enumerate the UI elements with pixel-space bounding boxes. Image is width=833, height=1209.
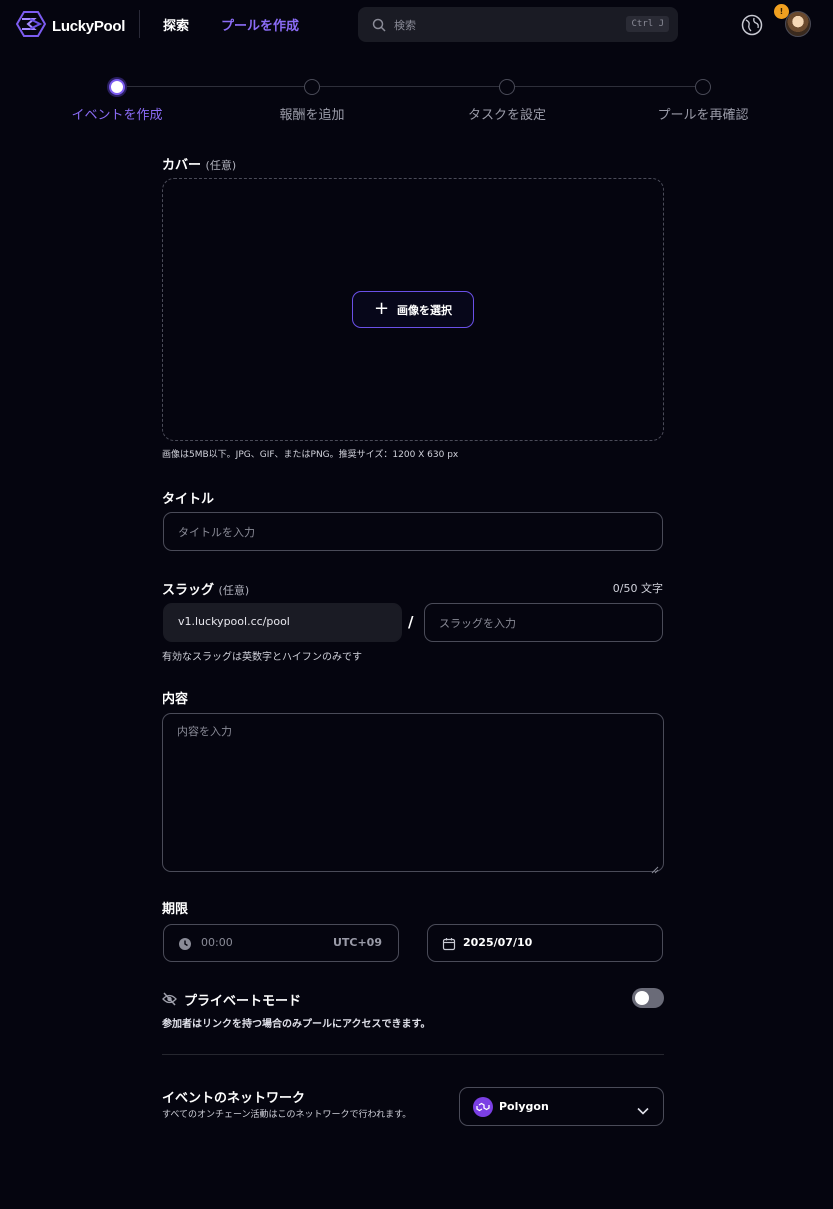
network-description: すべてのオンチェーン活動はこのネットワークで行われます。	[162, 1110, 412, 1120]
step-label-create-event[interactable]: イベントを作成	[71, 104, 162, 123]
eye-off-icon	[162, 991, 177, 1010]
slug-input[interactable]: スラッグを入力	[424, 603, 663, 642]
content-placeholder: 内容を入力	[177, 725, 232, 738]
nav-explore[interactable]: 探索	[163, 15, 189, 34]
date-input[interactable]: 2025/07/10	[427, 924, 663, 962]
slug-hint: 有効なスラッグは英数字とハイフンのみです	[162, 652, 362, 663]
network-selected-value: Polygon	[499, 1100, 549, 1113]
step-dot-review-pool[interactable]	[695, 79, 711, 95]
time-input[interactable]: 00:00 UTC+09	[163, 924, 399, 962]
slug-placeholder: スラッグを入力	[439, 617, 516, 630]
nav-create-pool[interactable]: プールを作成	[221, 15, 299, 34]
slug-prefix-text: v1.luckypool.cc/pool	[178, 615, 290, 628]
user-avatar[interactable]	[785, 11, 811, 37]
logo-text: LuckyPool	[52, 17, 126, 35]
chevron-down-icon	[637, 1101, 649, 1120]
header-divider	[139, 10, 140, 38]
private-mode-toggle[interactable]	[632, 988, 664, 1008]
polygon-logo-icon	[473, 1097, 493, 1117]
step-connector	[515, 86, 695, 87]
step-dot-add-rewards[interactable]	[304, 79, 320, 95]
title-input[interactable]: タイトルを入力	[163, 512, 663, 551]
slug-label-text: スラッグ	[162, 583, 215, 598]
timezone-label: UTC+09	[332, 936, 382, 949]
title-label: タイトル	[162, 492, 215, 507]
content-label: 内容	[162, 692, 189, 707]
calendar-icon	[442, 936, 456, 955]
lucky-pool-logo-icon	[15, 10, 47, 42]
step-dot-set-tasks[interactable]	[499, 79, 515, 95]
step-label-review-pool[interactable]: プールを再確認	[657, 104, 748, 123]
search-shortcut: Ctrl J	[626, 16, 669, 32]
step-label-set-tasks[interactable]: タスクを設定	[468, 104, 546, 123]
deadline-label: 期限	[162, 902, 189, 917]
private-mode-description: 参加者はリンクを持つ場合のみプールにアクセスできます。	[162, 1019, 431, 1030]
slug-character-counter: 0/50 文字	[612, 582, 663, 595]
slug-optional-tag: (任意)	[218, 584, 250, 597]
network-label: イベントのネットワーク	[162, 1091, 306, 1106]
logo[interactable]: LuckyPool	[15, 10, 126, 42]
cover-hint: 画像は5MB以下。JPG、GIF、またはPNG。推奨サイズ：1200 X 630…	[162, 450, 459, 460]
notification-badge: !	[774, 4, 789, 19]
date-value: 2025/07/10	[463, 936, 533, 949]
step-connector	[125, 86, 305, 87]
select-image-button[interactable]: + 画像を選択	[352, 291, 474, 328]
time-value: 00:00	[201, 936, 233, 949]
top-header: LuckyPool 探索 プールを作成 検索 Ctrl J !	[0, 0, 833, 48]
clock-icon	[178, 936, 192, 955]
title-placeholder: タイトルを入力	[178, 526, 255, 539]
step-connector	[320, 86, 500, 87]
step-label-add-rewards[interactable]: 報酬を追加	[279, 104, 344, 123]
slug-label: スラッグ (任意)	[162, 579, 249, 598]
network-select[interactable]: Polygon	[459, 1087, 664, 1126]
search-placeholder: 検索	[394, 19, 416, 32]
content-textarea[interactable]: 内容を入力	[162, 713, 664, 874]
cover-label: カバー (任意)	[162, 154, 236, 173]
step-dot-create-event[interactable]	[109, 79, 125, 95]
progress-stepper: イベントを作成 報酬を追加 タスクを設定 プールを再確認	[0, 76, 833, 126]
select-image-label: 画像を選択	[397, 303, 453, 317]
slug-separator: /	[408, 613, 414, 631]
plus-icon: +	[373, 297, 390, 319]
slug-prefix: v1.luckypool.cc/pool	[163, 603, 402, 642]
cover-label-text: カバー	[162, 158, 202, 173]
resize-handle-icon[interactable]	[651, 859, 659, 874]
private-mode-label: プライベートモード	[184, 994, 302, 1009]
search-icon	[372, 17, 386, 36]
toggle-knob	[635, 991, 649, 1005]
section-divider	[162, 1054, 664, 1055]
search-bar[interactable]: 検索 Ctrl J	[358, 7, 678, 42]
language-globe-icon[interactable]	[741, 14, 763, 40]
cover-optional-tag: (任意)	[205, 159, 237, 172]
